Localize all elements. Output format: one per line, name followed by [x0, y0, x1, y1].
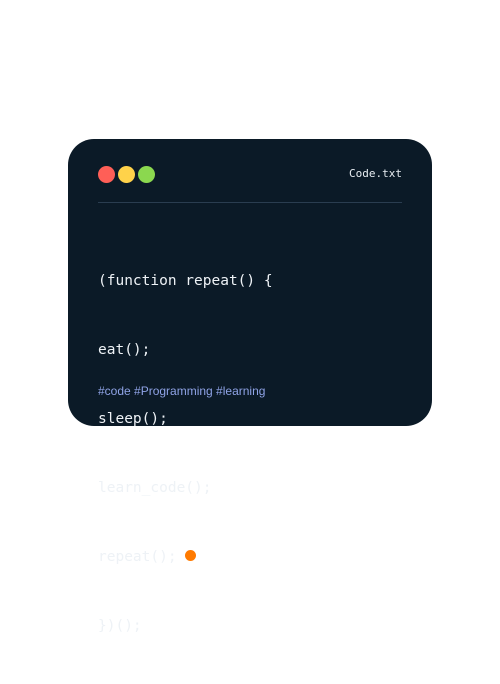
code-text: learn_code();: [98, 480, 212, 496]
code-text: (function repeat() {: [98, 273, 273, 289]
code-card: Code.txt (function repeat() { eat(); sle…: [68, 139, 432, 634]
cursor-dot-icon: [184, 550, 196, 561]
close-dot-icon[interactable]: [98, 166, 115, 183]
code-line-3: sleep();: [98, 408, 273, 431]
code-line-5: repeat();: [98, 546, 273, 569]
code-text: repeat();: [98, 549, 177, 565]
code-line-6: })();: [98, 615, 273, 638]
code-text: })();: [98, 618, 142, 634]
code-text: eat();: [98, 342, 151, 358]
file-name: Code.txt: [349, 167, 402, 180]
code-block: (function repeat() { eat(); sleep(); lea…: [98, 224, 273, 684]
window-titlebar: Code.txt: [98, 165, 402, 183]
code-line-2: eat();: [98, 339, 273, 362]
divider: [98, 202, 402, 203]
minimize-dot-icon[interactable]: [118, 166, 135, 183]
hashtags: #code #Programming #learning: [98, 384, 266, 398]
code-line-4: learn_code();: [98, 477, 273, 500]
code-text: sleep();: [98, 411, 168, 427]
maximize-dot-icon[interactable]: [138, 166, 155, 183]
code-line-1: (function repeat() {: [98, 270, 273, 293]
